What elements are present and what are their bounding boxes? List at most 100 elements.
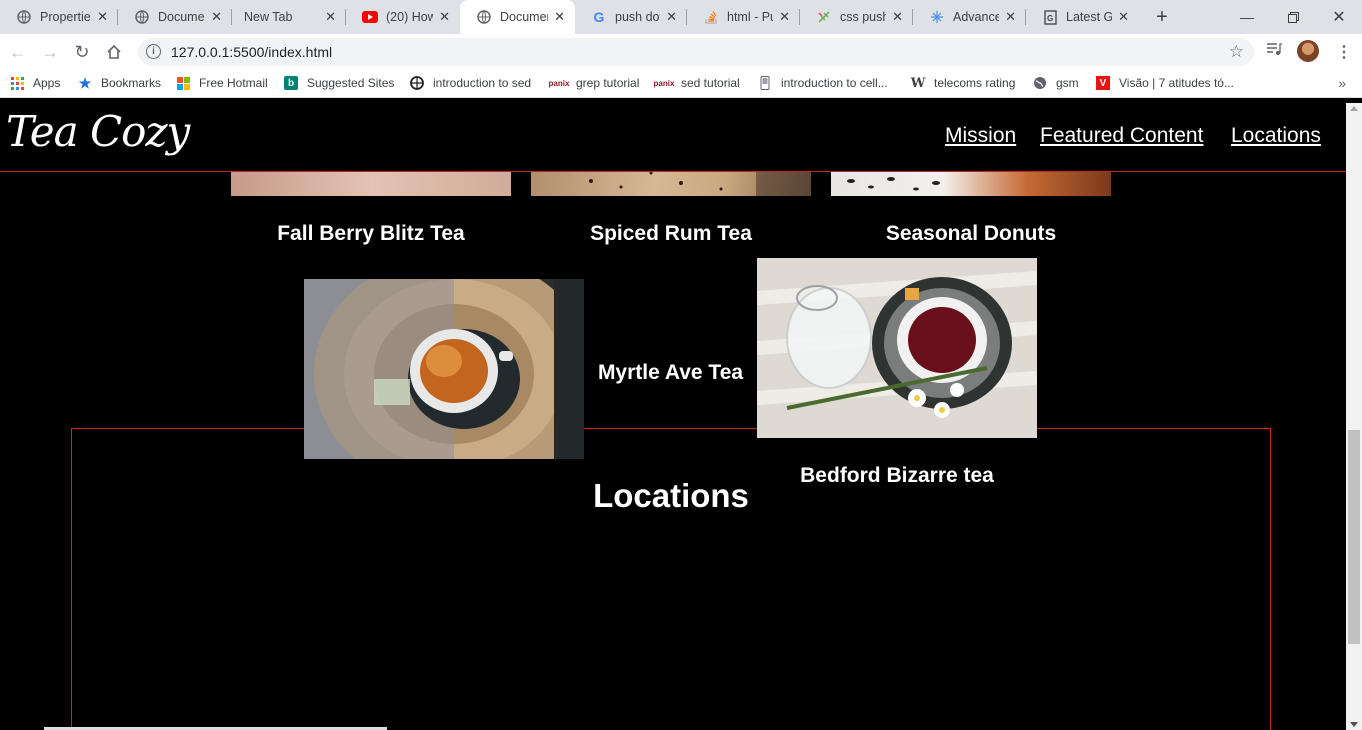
bookmark-label: introduction to sed <box>433 76 532 90</box>
forward-button[interactable]: → <box>38 40 62 64</box>
document-icon: G <box>1042 9 1058 25</box>
visao-icon: V <box>1096 76 1110 90</box>
panix-icon: panix <box>653 78 675 88</box>
browser-tab[interactable]: Properties ✕ <box>0 0 118 34</box>
url-text: 127.0.0.1:5500/index.html <box>171 44 333 60</box>
product-name: Spiced Rum Tea <box>590 222 752 245</box>
close-tab-icon[interactable]: ✕ <box>211 9 222 25</box>
home-button[interactable] <box>102 40 126 64</box>
nav-link-locations[interactable]: Locations <box>1231 124 1321 148</box>
scrollbar-thumb[interactable] <box>1348 430 1360 644</box>
browser-tab-active[interactable]: Document ✕ <box>460 0 575 34</box>
nav-link-mission[interactable]: Mission <box>945 124 1016 148</box>
stackoverflow-icon <box>703 9 719 25</box>
close-tab-icon[interactable]: ✕ <box>779 9 790 25</box>
scroll-up-arrow-icon[interactable] <box>1350 106 1358 111</box>
scroll-down-arrow-icon[interactable] <box>1350 722 1358 727</box>
bookmark-suggested-sites[interactable]: b Suggested Sites <box>284 76 394 90</box>
menu-kebab-icon[interactable]: ⋮ <box>1336 42 1352 62</box>
close-tab-icon[interactable]: ✕ <box>554 9 565 25</box>
address-bar[interactable]: i 127.0.0.1:5500/index.html ☆ <box>138 38 1254 66</box>
tab-title: Latest Ge <box>1066 10 1113 24</box>
bookmark-gsm[interactable]: gsm <box>1033 76 1079 90</box>
bookmark-sed-tutorial[interactable]: panix sed tutorial <box>653 76 740 90</box>
tab-title: Advanced <box>953 10 1000 24</box>
media-control-icon[interactable] <box>1266 42 1282 60</box>
close-tab-icon[interactable]: ✕ <box>1005 9 1016 25</box>
globe-icon <box>476 9 492 25</box>
globe-icon <box>16 9 32 25</box>
bookmark-label: grep tutorial <box>576 76 640 90</box>
browser-tab[interactable]: G Latest Ge ✕ <box>1026 0 1139 34</box>
browser-tab[interactable]: New Tab ✕ <box>232 0 346 34</box>
restore-button[interactable] <box>1270 0 1316 34</box>
tab-title: html - Pu <box>727 10 774 24</box>
bookmark-label: Suggested Sites <box>307 76 395 90</box>
product-image-myrtle-ave <box>304 279 584 459</box>
product-image-bedford-bizarre <box>757 258 1037 438</box>
bookmark-label: Visão | 7 atitudes tó... <box>1119 76 1234 90</box>
site-logo[interactable]: Tea Cozy <box>6 107 190 156</box>
minimize-button[interactable]: — <box>1224 0 1270 34</box>
bookmark-star-icon[interactable]: ☆ <box>1229 42 1244 62</box>
back-button[interactable]: ← <box>6 40 30 64</box>
locations-heading: Locations <box>593 477 749 514</box>
page-viewport: Fall Berry Blitz Tea Spiced Rum Tea Seas… <box>0 103 1346 730</box>
browser-tab[interactable]: G push dow ✕ <box>575 0 687 34</box>
close-window-button[interactable]: ✕ <box>1316 0 1362 34</box>
site-header: Tea Cozy Mission Featured Content Locati… <box>0 103 1346 172</box>
star-icon: ★ <box>78 74 92 91</box>
bookmarks-overflow-icon[interactable]: » <box>1338 75 1346 91</box>
locations-section <box>71 428 1271 730</box>
bing-icon: b <box>284 76 298 90</box>
tab-title: Document <box>158 10 205 24</box>
bookmark-free-hotmail[interactable]: Free Hotmail <box>176 76 268 90</box>
profile-avatar[interactable] <box>1297 40 1319 62</box>
product-name: Seasonal Donuts <box>885 222 1057 245</box>
youtube-icon <box>362 9 378 25</box>
bookmark-apps[interactable]: Apps <box>10 76 60 90</box>
close-tab-icon[interactable]: ✕ <box>97 9 108 25</box>
bookmark-bookmarks[interactable]: ★ Bookmarks <box>78 74 161 91</box>
close-tab-icon[interactable]: ✕ <box>1118 9 1129 25</box>
phone-icon <box>758 76 772 90</box>
browser-tab[interactable]: Advanced ✕ <box>913 0 1026 34</box>
google-icon: G <box>593 9 605 25</box>
windows-icon <box>176 76 190 90</box>
compass-icon <box>929 9 945 25</box>
bookmark-intro-cell[interactable]: introduction to cell... <box>758 76 888 90</box>
tab-title: Document <box>500 10 548 24</box>
browser-tab-strip: Properties ✕ Document ✕ New Tab ✕ (20) H… <box>0 0 1362 34</box>
globe-icon <box>134 9 150 25</box>
tab-title: push dow <box>615 10 660 24</box>
bookmark-grep-tutorial[interactable]: panix grep tutorial <box>548 76 640 90</box>
bookmark-intro-sed[interactable]: introduction to sed <box>410 76 531 90</box>
close-tab-icon[interactable]: ✕ <box>439 9 450 25</box>
browser-tab[interactable]: html - Pu ✕ <box>687 0 800 34</box>
tab-title: Properties <box>40 10 91 24</box>
svg-text:G: G <box>1047 14 1053 23</box>
product-name: Fall Berry Blitz Tea <box>277 222 465 245</box>
browser-tab[interactable]: (20) How ✕ <box>346 0 460 34</box>
close-tab-icon[interactable]: ✕ <box>892 9 903 25</box>
bookmark-label: introduction to cell... <box>781 76 888 90</box>
bookmark-label: gsm <box>1056 76 1079 90</box>
page-scrollbar[interactable] <box>1346 103 1362 730</box>
browser-toolbar: ← → ↻ i 127.0.0.1:5500/index.html ☆ ⋮ <box>0 34 1362 70</box>
browser-tab[interactable]: Document ✕ <box>118 0 232 34</box>
new-tab-button[interactable]: + <box>1150 5 1174 29</box>
close-tab-icon[interactable]: ✕ <box>666 9 677 25</box>
close-tab-icon[interactable]: ✕ <box>325 9 336 25</box>
product-name: Myrtle Ave Tea <box>597 361 744 384</box>
site-info-icon[interactable]: i <box>146 44 161 59</box>
panix-icon: panix <box>548 78 570 88</box>
reload-button[interactable]: ↻ <box>70 40 94 64</box>
bookmarks-bar: Apps ★ Bookmarks Free Hotmail b Suggeste… <box>0 70 1362 98</box>
bookmark-telecoms-rating[interactable]: W telecoms rating <box>911 76 1016 91</box>
nav-link-featured-content[interactable]: Featured Content <box>1040 124 1203 148</box>
bookmark-label: telecoms rating <box>934 76 1016 90</box>
tab-title: css push <box>840 10 887 24</box>
bookmark-visao[interactable]: V Visão | 7 atitudes tó... <box>1096 76 1234 90</box>
bookmark-label: Apps <box>33 76 61 90</box>
browser-tab[interactable]: css push ✕ <box>800 0 913 34</box>
